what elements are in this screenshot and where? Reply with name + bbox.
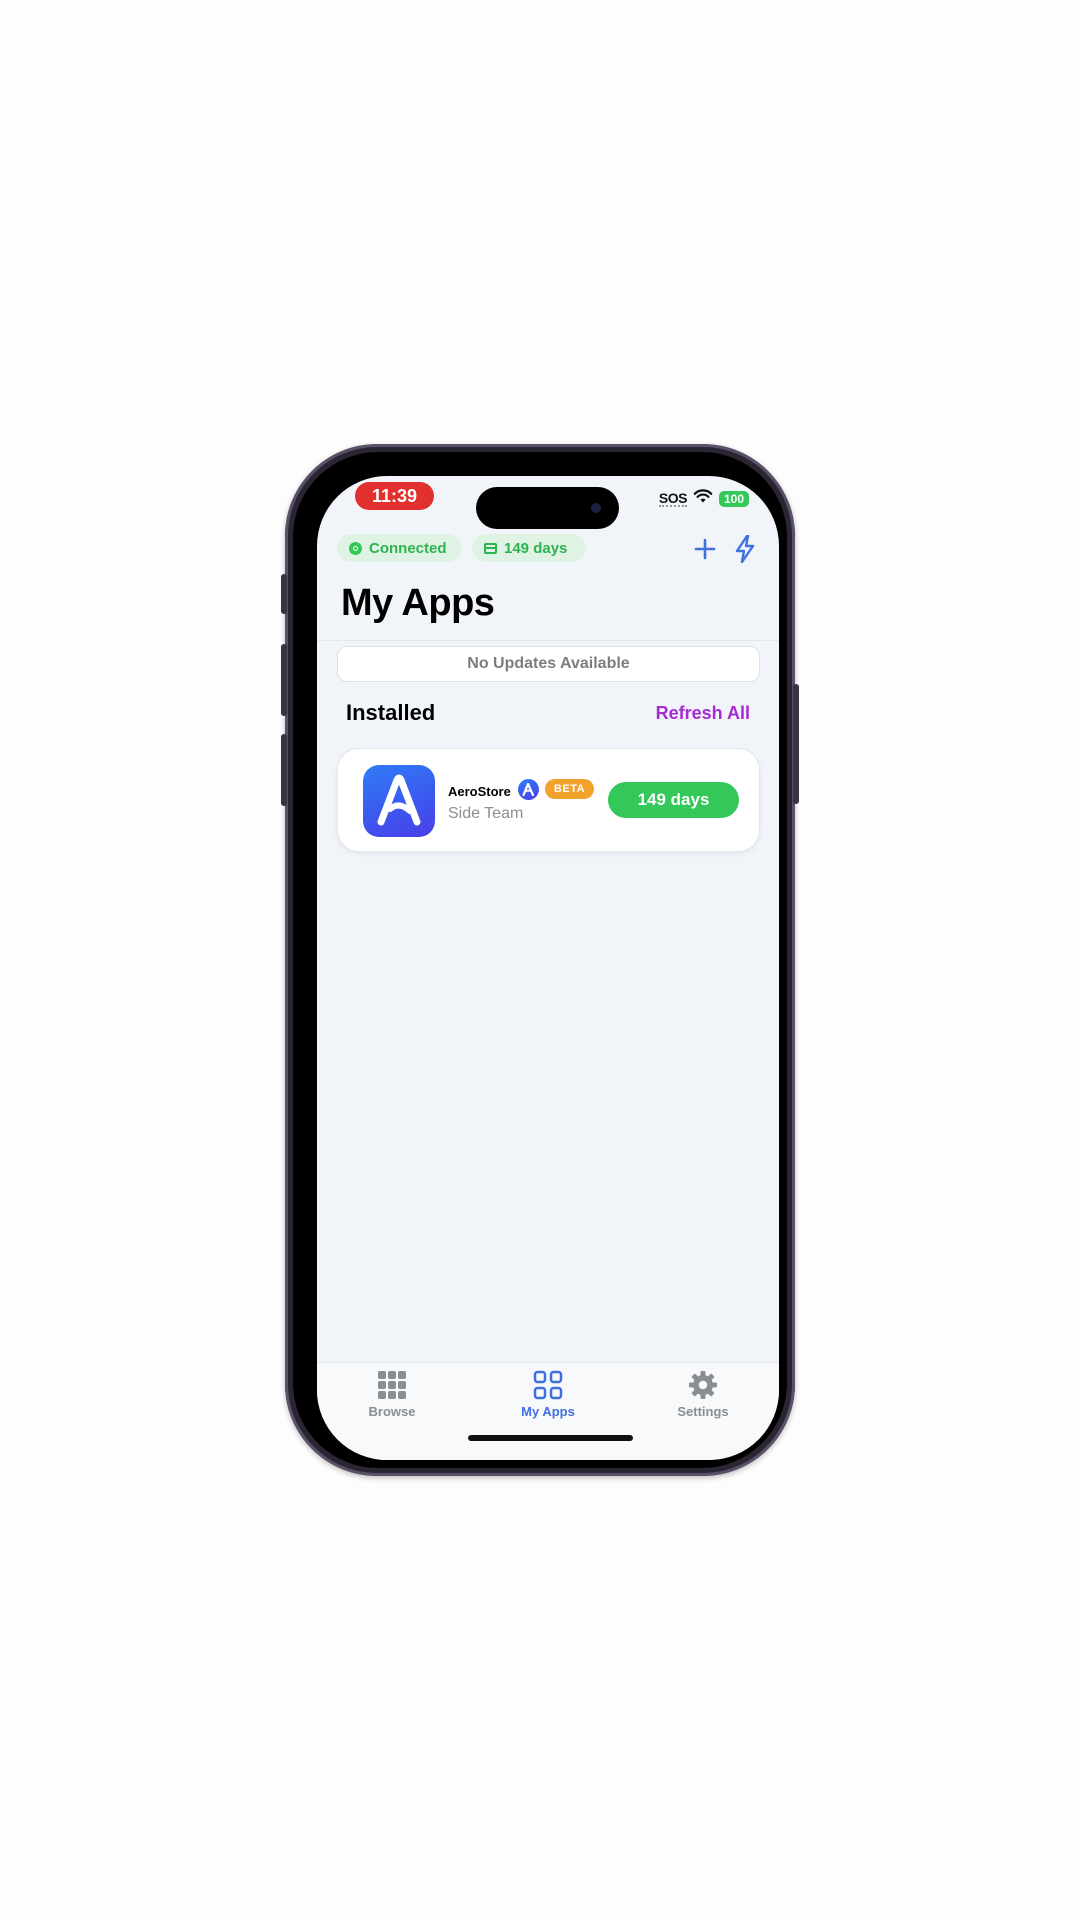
days-remaining-label: 149 days [504, 539, 568, 557]
tab-settings[interactable]: Settings [653, 1363, 753, 1423]
source-icon [518, 779, 539, 800]
screen: 11:39 SOS 100 Connected 149 days My Apps… [317, 476, 779, 1460]
tab-settings-label: Settings [677, 1404, 729, 1419]
volume-down-button [281, 734, 287, 806]
status-time: 11:39 [355, 482, 434, 510]
grid-icon [376, 1369, 408, 1401]
battery-indicator: 100 [719, 490, 749, 507]
phone-frame: 11:39 SOS 100 Connected 149 days My Apps… [281, 444, 799, 1476]
installed-section-title: Installed [346, 700, 436, 725]
calendar-icon [484, 542, 497, 554]
tab-bar: Browse My Apps Settings [317, 1362, 779, 1460]
wifi-icon [693, 488, 713, 509]
home-indicator[interactable] [468, 1435, 633, 1441]
bolt-icon [735, 535, 755, 563]
refresh-all-button[interactable]: Refresh All [656, 703, 750, 724]
tab-browse[interactable]: Browse [342, 1363, 442, 1423]
app-card[interactable]: AeroStore BETA Side Team 149 days [337, 748, 760, 852]
app-icon [363, 765, 435, 837]
updates-banner: No Updates Available [337, 646, 760, 682]
volume-up-button [281, 644, 287, 716]
days-remaining-badge: 149 days [472, 534, 586, 562]
carrier-label: SOS [658, 489, 688, 507]
apps-icon [532, 1369, 564, 1401]
link-icon [349, 541, 362, 555]
status-indicators: SOS 100 [658, 488, 749, 509]
gear-icon [687, 1369, 719, 1401]
quick-action-button[interactable] [730, 534, 760, 564]
beta-badge: BETA [545, 779, 594, 799]
power-button [793, 684, 799, 804]
app-developer: Side Team [448, 805, 524, 822]
connection-status-label: Connected [369, 539, 447, 557]
phone-bezel: 11:39 SOS 100 Connected 149 days My Apps… [293, 452, 787, 1468]
app-name: AeroStore [448, 784, 511, 799]
page-title: My Apps [341, 582, 495, 624]
add-button[interactable] [690, 534, 720, 564]
connection-status-badge: Connected [337, 534, 462, 562]
camera-icon [591, 503, 601, 513]
tab-my-apps-label: My Apps [521, 1404, 575, 1419]
dynamic-island [476, 487, 619, 529]
aerostore-logo-icon [377, 774, 421, 826]
plus-icon [694, 538, 716, 560]
tab-my-apps[interactable]: My Apps [498, 1363, 598, 1423]
tab-browse-label: Browse [368, 1404, 416, 1419]
header-divider [317, 640, 779, 641]
action-button [281, 574, 287, 614]
app-expiry-button[interactable]: 149 days [608, 782, 739, 818]
